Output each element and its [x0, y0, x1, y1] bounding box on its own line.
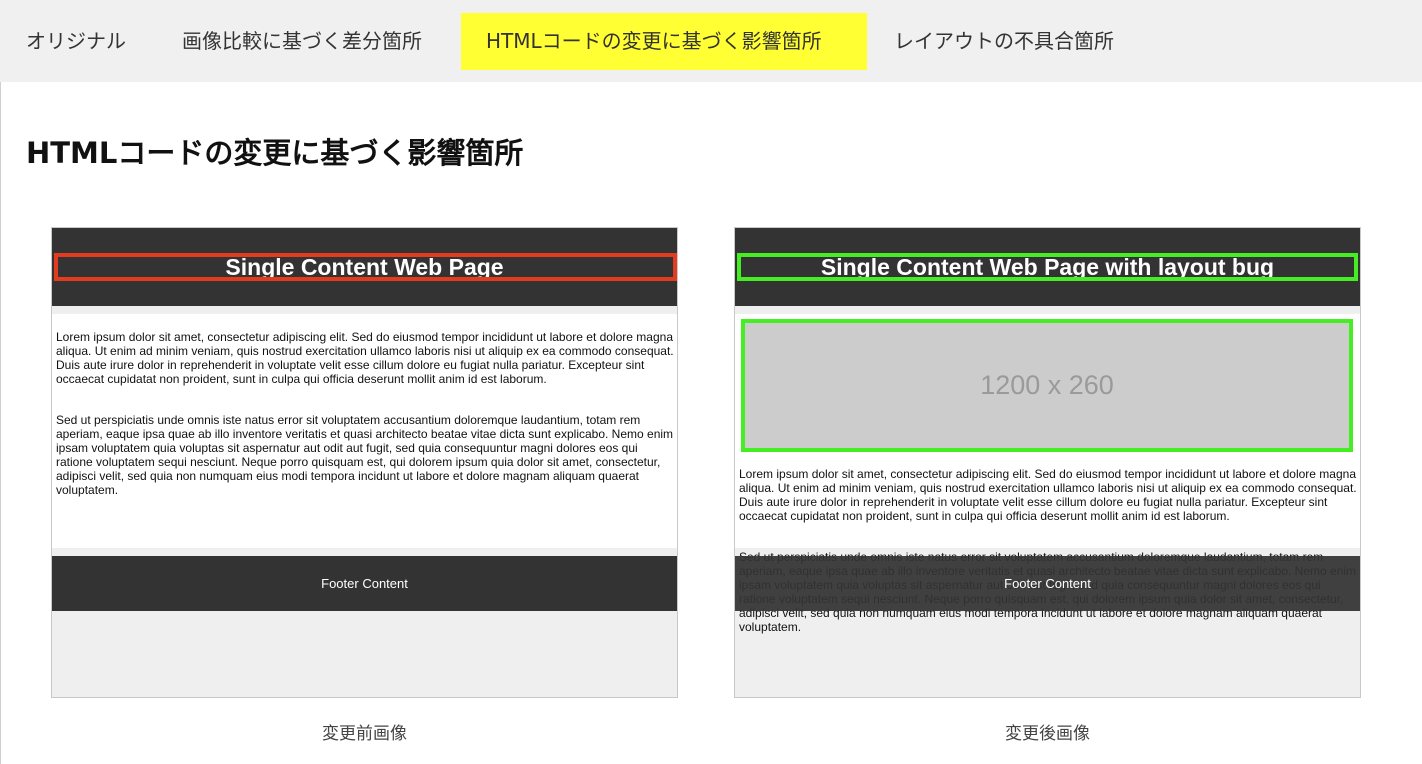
page-title: HTMLコードの変更に基づく影響箇所	[26, 136, 524, 170]
tab-image-diff[interactable]: 画像比較に基づく差分箇所	[168, 13, 436, 70]
site-footer: Footer Content	[735, 556, 1360, 611]
tab-html-change-impact[interactable]: HTMLコードの変更に基づく影響箇所	[461, 13, 867, 70]
changed-region-highlight	[737, 253, 1358, 281]
tab-bar: オリジナル 画像比較に基づく差分箇所 HTMLコードの変更に基づく影響箇所 レイ…	[0, 0, 1422, 82]
site-footer: Footer Content	[52, 556, 677, 611]
content-paragraph: Lorem ipsum dolor sit amet, consectetur …	[56, 330, 674, 386]
tab-layout-bugs[interactable]: レイアウトの不具合箇所	[880, 13, 1128, 70]
image-placeholder-label: 1200 x 260	[980, 370, 1114, 400]
divider	[0, 82, 1, 764]
before-screenshot: Single Content Web Page Lorem ipsum dolo…	[51, 227, 678, 698]
content-paragraph: Lorem ipsum dolor sit amet, consectetur …	[739, 467, 1357, 523]
before-caption: 変更前画像	[322, 724, 407, 744]
after-caption: 変更後画像	[1005, 724, 1090, 744]
image-placeholder: 1200 x 260	[741, 319, 1353, 452]
after-screenshot: Single Content Web Page with layout bug …	[734, 227, 1361, 698]
content-paragraph: Sed ut perspiciatis unde omnis iste natu…	[56, 413, 674, 497]
changed-region-highlight	[54, 253, 677, 281]
tab-original[interactable]: オリジナル	[12, 13, 140, 70]
